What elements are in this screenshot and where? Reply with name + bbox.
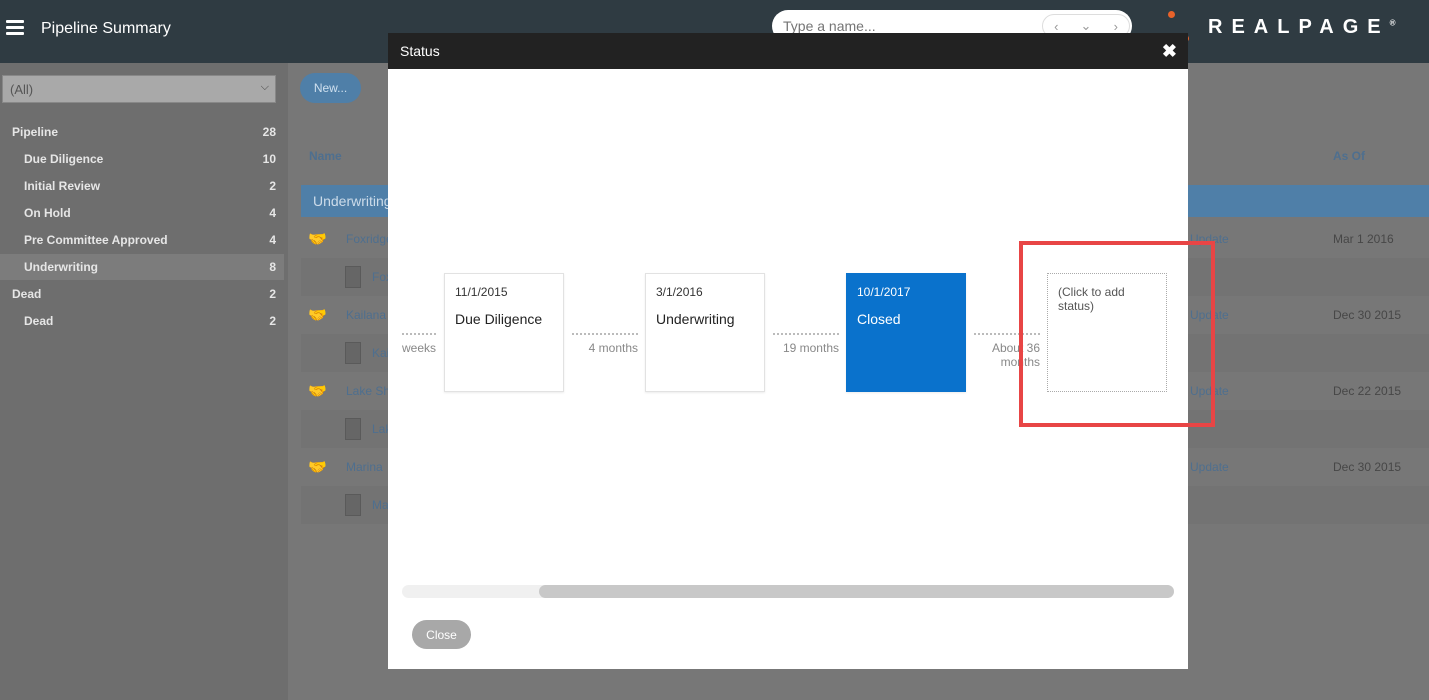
duration-label: 4 months [588,341,638,355]
as-of-date: Dec 30 2015 [1333,460,1402,474]
status-card[interactable]: 3/1/2016 Underwriting [645,273,765,392]
status-name: Closed [857,311,901,327]
sidebar-item-dead[interactable]: Dead 2 [0,308,284,334]
hamburger-menu-icon[interactable] [6,20,24,36]
new-button[interactable]: New... [300,73,361,103]
deal-name-link[interactable]: Lake Sh [346,384,390,398]
add-status-card[interactable]: (Click to add status) [1047,273,1167,392]
as-of-date: Dec 30 2015 [1333,308,1402,322]
handshake-icon: 🤝 [308,231,327,248]
chevron-down-icon: ⌵ [260,81,269,93]
status-modal: Status ✖ weeks 11/1/2015 Due Diligence 4… [388,33,1215,669]
timeline-connector [572,333,638,335]
building-icon [345,342,361,364]
building-icon [345,494,361,516]
column-header-as-of[interactable]: As Of [1333,149,1365,163]
chevron-left-icon[interactable]: ‹ [1054,19,1058,34]
sidebar-item-pipeline[interactable]: Pipeline 28 [0,119,284,145]
update-link[interactable]: Update [1190,460,1229,474]
handshake-icon: 🤝 [308,307,327,324]
deal-name-link[interactable]: Kailana [346,308,386,322]
status-filter-select[interactable]: (All) ⌵ [2,75,276,103]
handshake-icon: 🤝 [308,383,327,400]
duration-label: weeks [401,341,436,355]
handshake-icon: 🤝 [308,459,327,476]
building-icon [345,266,361,288]
sidebar-item-pre-committee-approved[interactable]: Pre Committee Approved 4 [0,227,284,253]
close-button[interactable]: Close [412,620,471,649]
property-name-link[interactable]: Kai [372,346,389,360]
update-link[interactable]: Update [1190,308,1229,322]
status-date: 10/1/2017 [857,285,911,299]
deal-name-link[interactable]: Marina [346,460,383,474]
horizontal-scrollbar[interactable] [402,585,1174,598]
timeline-connector [974,333,1040,335]
sidebar-item-initial-review[interactable]: Initial Review 2 [0,173,284,199]
sidebar-item-due-diligence[interactable]: Due Diligence 10 [0,146,284,172]
chevron-right-icon[interactable]: › [1114,19,1118,34]
update-link[interactable]: Update [1190,232,1229,246]
add-status-label: (Click to add status) [1058,285,1125,313]
status-date: 11/1/2015 [455,285,508,299]
close-icon[interactable]: ✖ [1162,41,1177,62]
duration-label: About 36 months [991,341,1040,369]
status-name: Due Diligence [455,311,543,327]
brand-wordmark: REALPAGE® [1208,16,1396,38]
status-date: 3/1/2016 [656,285,703,299]
app-title: Pipeline Summary [41,20,171,37]
update-link[interactable]: Update [1190,384,1229,398]
building-icon [345,418,361,440]
sidebar-item-dead-group[interactable]: Dead 2 [0,281,284,307]
modal-header: Status ✖ [388,33,1188,69]
status-card-current[interactable]: 10/1/2017 Closed [846,273,966,392]
property-name-link[interactable]: Ma [372,498,389,512]
duration-label: 19 months [782,341,839,355]
status-card[interactable]: 11/1/2015 Due Diligence [444,273,564,392]
search-input[interactable] [783,18,1033,34]
deal-name-link[interactable]: Foxridge [346,232,393,246]
timeline-connector [773,333,839,335]
sidebar: (All) ⌵ Pipeline 28 Due Diligence 10 Ini… [0,63,288,700]
as-of-date: Mar 1 2016 [1333,232,1394,246]
chevron-down-icon[interactable]: ⌄ [1081,18,1092,34]
sidebar-item-on-hold[interactable]: On Hold 4 [0,200,284,226]
status-name: Underwriting [656,311,735,327]
scrollbar-thumb[interactable] [539,585,1174,598]
sidebar-item-underwriting[interactable]: Underwriting 8 [0,254,284,280]
modal-title: Status [400,43,440,59]
column-header-name[interactable]: Name [309,149,342,163]
as-of-date: Dec 22 2015 [1333,384,1402,398]
timeline-connector [402,333,436,335]
